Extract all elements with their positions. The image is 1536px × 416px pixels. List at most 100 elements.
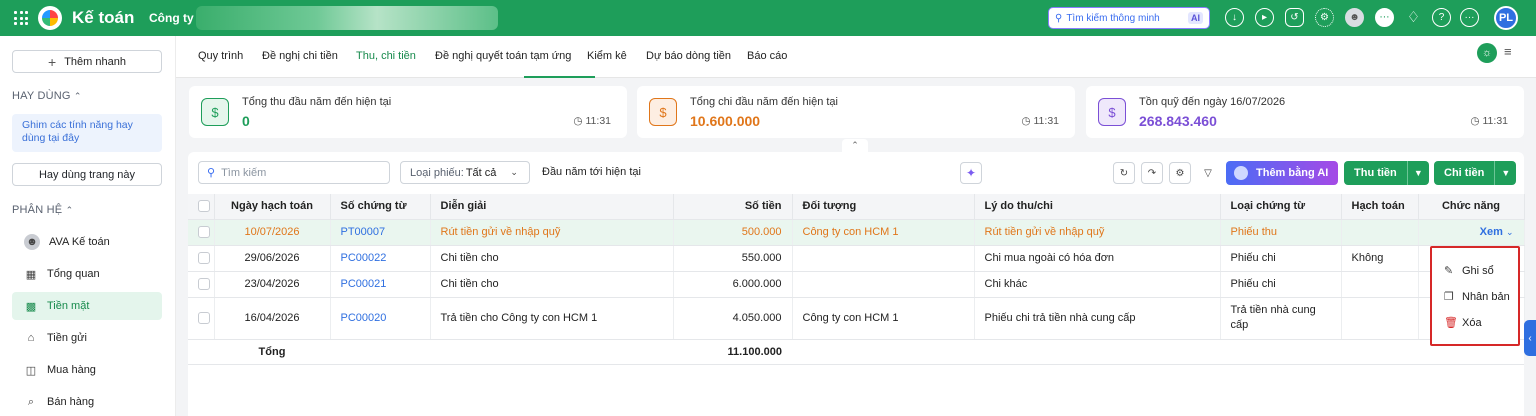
refresh-icon[interactable]: ↻ xyxy=(1113,162,1135,184)
column-header[interactable]: Đối tượng xyxy=(792,194,975,220)
favorite-page-button[interactable]: Hay dùng trang này xyxy=(12,163,162,186)
total-amount: 11.100.000 xyxy=(673,339,792,365)
tab-reports[interactable]: Báo cáo xyxy=(747,50,787,62)
table-row[interactable]: 23/04/2026 PC00021 Chi tiền cho 6.000.00… xyxy=(188,271,1525,298)
company-name-redacted xyxy=(196,6,498,30)
sidebar-item-ava[interactable]: ☻ AVA Kế toán xyxy=(12,228,162,256)
cell-doc-link[interactable]: PC00021 xyxy=(330,271,431,298)
row-checkbox[interactable] xyxy=(188,271,215,298)
collapse-cards-chevron-icon[interactable]: ⌃ xyxy=(842,139,868,152)
modules-section-title[interactable]: PHÂN HỆ ⌃ xyxy=(12,204,73,216)
card-time[interactable]: ◷ 11:31 xyxy=(1021,115,1059,127)
cell-posted xyxy=(1341,219,1419,246)
tab-receipts-payments[interactable]: Thu, chi tiền xyxy=(356,50,416,62)
cell-amount: 4.050.000 xyxy=(673,297,793,340)
tab-process[interactable]: Quy trình xyxy=(198,50,243,62)
cell-date: 10/07/2026 xyxy=(214,219,331,246)
receipt-button[interactable]: Thu tiền ▼ xyxy=(1344,161,1429,185)
chevron-down-icon[interactable]: ▼ xyxy=(1494,161,1516,185)
tab-cashflow-forecast[interactable]: Dự báo dòng tiền xyxy=(646,50,731,62)
table-row[interactable]: 10/07/2026 PT00007 Rút tiền gửi về nhập … xyxy=(188,219,1525,246)
user-photo-icon[interactable]: ☻ xyxy=(1345,8,1364,27)
sidebar-item-cash[interactable]: ▩ Tiền mặt xyxy=(12,292,162,320)
column-header[interactable]: Hạch toán xyxy=(1341,194,1419,220)
apps-grid-icon[interactable] xyxy=(14,11,28,25)
tab-payment-request[interactable]: Đề nghị chi tiền xyxy=(262,50,338,62)
ai-badge: AI xyxy=(1188,12,1203,24)
view-link[interactable]: Xem xyxy=(1480,226,1503,238)
cell-date: 16/04/2026 xyxy=(214,297,331,340)
user-avatar[interactable]: PL xyxy=(1494,6,1518,30)
settings-sliders-icon[interactable]: ≡ xyxy=(1504,44,1512,59)
cell-doc-link[interactable]: PC00020 xyxy=(330,297,431,340)
cell-actions[interactable]: Xem ⌄ xyxy=(1418,219,1525,246)
menu-item-delete[interactable]: 🗑 Xóa xyxy=(1444,316,1482,330)
period-selector[interactable]: Đầu năm tới hiện tại xyxy=(542,166,641,178)
bell-icon[interactable]: ♢ xyxy=(1404,8,1423,27)
row-checkbox[interactable] xyxy=(188,297,215,340)
export-icon[interactable]: ↷ xyxy=(1141,162,1163,184)
menu-item-duplicate[interactable]: ❐ Nhân bản xyxy=(1444,290,1510,304)
app-title[interactable]: Kế toán xyxy=(72,8,134,28)
summary-card-income: $ Tổng thu đầu năm đến hiện tại 0 ◷ 11:3… xyxy=(189,86,627,138)
gear-icon[interactable]: ⚙ xyxy=(1169,162,1191,184)
tab-advance-settlement[interactable]: Đề nghị quyết toán tạm ứng xyxy=(435,50,571,62)
menu-item-post[interactable]: ✎ Ghi sổ xyxy=(1444,264,1494,278)
cell-amount: 550.000 xyxy=(673,245,793,272)
cell-doc-link[interactable]: PT00007 xyxy=(330,219,431,246)
column-header[interactable]: Diễn giải xyxy=(430,194,674,220)
column-header[interactable]: Loại chứng từ xyxy=(1220,194,1342,220)
cell-reason: Rút tiền gửi về nhập quỹ xyxy=(974,219,1221,246)
table-row[interactable]: 29/06/2026 PC00022 Chi tiền cho 550.000 … xyxy=(188,245,1525,272)
add-with-ai-button[interactable]: Thêm bằng AI xyxy=(1226,161,1338,185)
share-icon[interactable]: ↺ xyxy=(1285,8,1304,27)
sidebar-item-sales[interactable]: ⌕ Bán hàng xyxy=(12,388,162,416)
chevron-down-icon[interactable]: ▼ xyxy=(1406,161,1429,185)
card-time[interactable]: ◷ 11:31 xyxy=(573,115,611,127)
chevron-down-icon[interactable]: ⌄ xyxy=(1506,227,1514,237)
column-header[interactable]: Lý do thu/chi xyxy=(974,194,1221,220)
sidebar-item-overview[interactable]: ▦ Tổng quan xyxy=(12,260,162,288)
cell-doc-link[interactable]: PC00022 xyxy=(330,245,431,272)
cell-type: Phiếu thu xyxy=(1220,219,1342,246)
sidebar-item-deposit[interactable]: ⌂ Tiền gửi xyxy=(12,324,162,352)
column-header[interactable]: Ngày hạch toán xyxy=(214,194,331,220)
company-label[interactable]: Công ty xyxy=(149,11,194,25)
lightbulb-icon[interactable]: ☼ xyxy=(1477,43,1497,63)
column-header[interactable]: Số chứng từ xyxy=(330,194,431,220)
download-icon[interactable]: ↓ xyxy=(1225,8,1244,27)
coin-icon: $ xyxy=(201,98,229,126)
cell-amount: 6.000.000 xyxy=(673,271,793,298)
cell-party: Công ty con HCM 1 xyxy=(792,297,975,340)
help-icon[interactable]: ? xyxy=(1432,8,1451,27)
ava-avatar-icon: ☻ xyxy=(24,234,40,250)
row-checkbox[interactable] xyxy=(188,219,215,246)
tab-inventory-check[interactable]: Kiểm kê xyxy=(587,50,627,62)
bank-icon: ⌂ xyxy=(27,332,35,344)
sidebar-item-purchase[interactable]: ◫ Mua hàng xyxy=(12,356,162,384)
card-time[interactable]: ◷ 11:31 xyxy=(1470,115,1508,127)
select-all-checkbox[interactable] xyxy=(188,194,215,220)
settings-icon[interactable]: ⚙ xyxy=(1315,8,1334,27)
cell-party xyxy=(792,245,975,272)
voucher-type-select[interactable]: Loại phiếu: Tất cả ⌄ xyxy=(400,161,530,184)
chat-icon[interactable]: ⋯ xyxy=(1375,8,1394,27)
top-bar: Kế toán Công ty ⚲ Tìm kiếm thông minh AI… xyxy=(0,0,1536,36)
side-panel-toggle-chevron-icon[interactable]: ‹ xyxy=(1524,320,1536,356)
ava-avatar-icon xyxy=(1234,166,1248,180)
smart-search-input[interactable]: ⚲ Tìm kiếm thông minh AI xyxy=(1048,7,1210,29)
row-checkbox[interactable] xyxy=(188,245,215,272)
more-icon[interactable]: ··· xyxy=(1460,8,1479,27)
table-row[interactable]: 16/04/2026 PC00020 Trả tiền cho Công ty … xyxy=(188,297,1525,340)
quick-add-button[interactable]: + Thêm nhanh xyxy=(12,50,162,73)
filter-icon[interactable]: ▽ xyxy=(1197,162,1219,184)
ai-sparkle-icon[interactable]: ✦ xyxy=(960,162,982,184)
total-row: Tổng 11.100.000 xyxy=(188,339,1524,365)
play-icon[interactable]: ▸ xyxy=(1255,8,1274,27)
column-header[interactable]: Số tiền xyxy=(673,194,793,220)
coin-icon: $ xyxy=(649,98,677,126)
chevron-up-icon: ⌃ xyxy=(65,205,74,215)
payment-button[interactable]: Chi tiền ▼ xyxy=(1434,161,1517,185)
table-search-input[interactable]: ⚲ Tìm kiếm xyxy=(198,161,390,184)
favorites-section-title[interactable]: HAY DÙNG ⌃ xyxy=(12,90,82,102)
